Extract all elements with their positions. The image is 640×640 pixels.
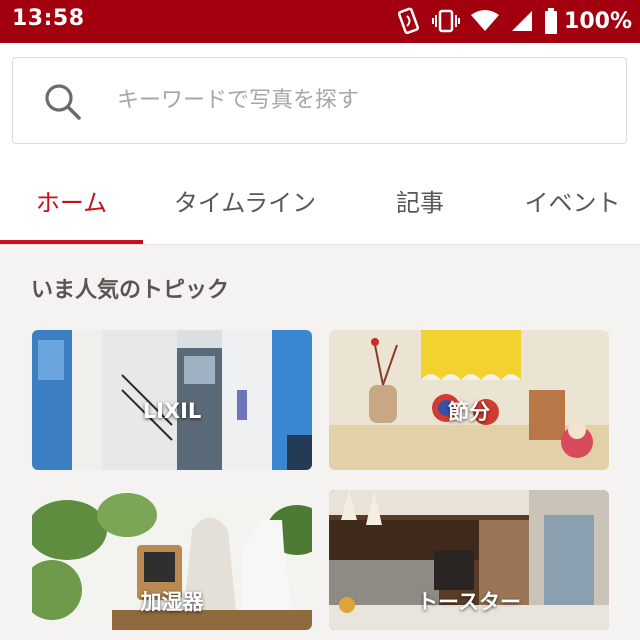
search-input[interactable] [117, 78, 597, 122]
topic-card-lixil[interactable]: LIXIL [32, 330, 312, 470]
tab-bar: ホーム タイムライン 記事 イベント [0, 163, 640, 245]
status-bar: 13:58 100% [0, 0, 640, 43]
wifi-icon [470, 9, 500, 33]
topic-label: トースター [417, 590, 521, 614]
app-header: ホーム タイムライン 記事 イベント [0, 43, 640, 245]
tab-timeline[interactable]: タイムライン [150, 163, 340, 243]
tab-home[interactable]: ホーム [0, 163, 143, 243]
topic-label: 加湿器 [140, 590, 204, 614]
nfc-icon [396, 7, 422, 35]
status-icons: 100% [396, 5, 632, 37]
topic-label: 節分 [448, 400, 490, 424]
battery-percentage: 100% [564, 8, 632, 34]
topic-label: LIXIL [142, 399, 202, 423]
status-time: 13:58 [12, 6, 85, 31]
battery-icon [544, 8, 558, 34]
vibrate-icon [432, 8, 461, 34]
tab-events[interactable]: イベント [505, 163, 640, 243]
tab-articles[interactable]: 記事 [370, 163, 470, 243]
topic-card-toaster[interactable]: トースター [329, 490, 609, 630]
section-title: いま人気のトピック [31, 278, 230, 303]
search-icon[interactable] [43, 82, 83, 126]
search-box[interactable] [12, 57, 627, 144]
topic-card-setsubun[interactable]: 節分 [329, 330, 609, 470]
topic-card-humidifier[interactable]: 加湿器 [32, 490, 312, 630]
active-tab-indicator [0, 240, 143, 244]
signal-icon [510, 9, 534, 33]
